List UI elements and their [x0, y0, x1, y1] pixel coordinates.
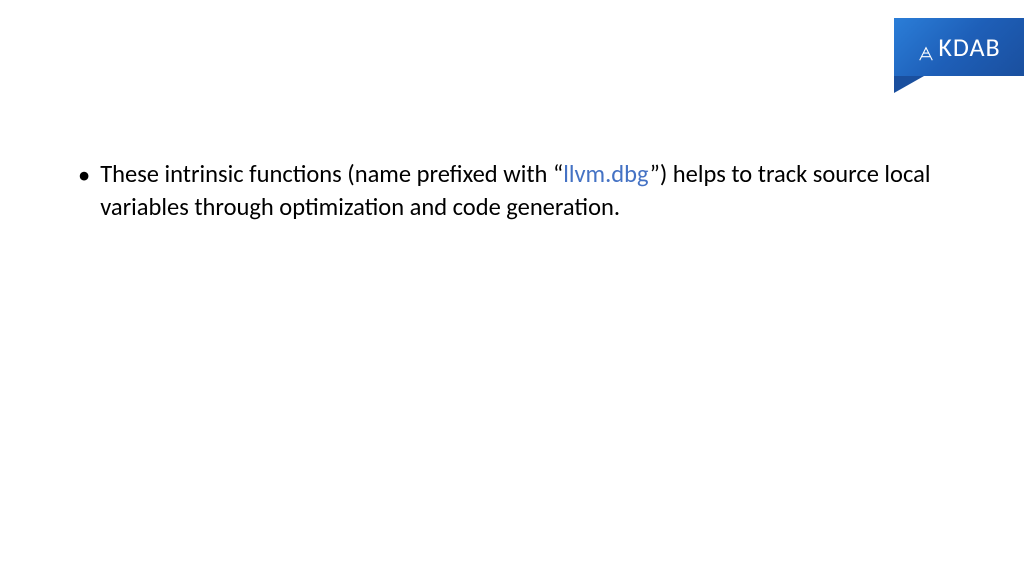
highlighted-term: llvm.dbg [563, 159, 649, 189]
bullet-marker: • [78, 159, 90, 192]
logo-label: KDAB [938, 31, 1000, 63]
logo-tail [894, 76, 924, 93]
slide-content: • These intrinsic functions (name prefix… [78, 158, 946, 224]
logo-text: KDAB [917, 31, 1000, 63]
bullet-item: • These intrinsic functions (name prefix… [78, 158, 946, 224]
text-before: These intrinsic functions (name prefixed… [100, 159, 563, 189]
logo-container: KDAB [894, 18, 1024, 93]
logo-box: KDAB [894, 18, 1024, 76]
bullet-text: These intrinsic functions (name prefixed… [100, 158, 946, 224]
logo-icon [917, 38, 935, 56]
